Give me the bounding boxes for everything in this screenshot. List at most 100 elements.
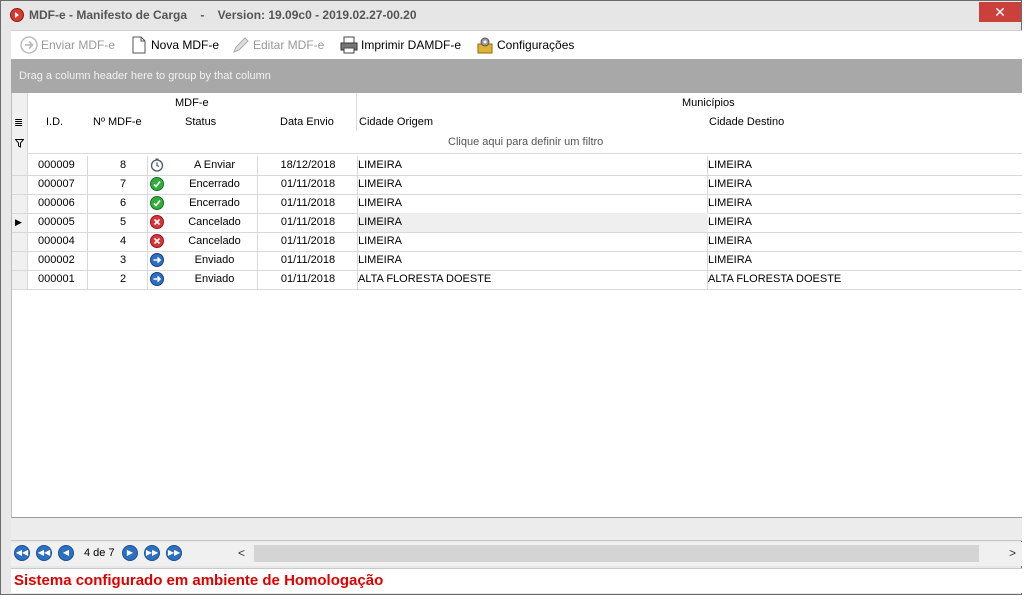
cell-divider [27, 232, 28, 251]
cell-destino[interactable]: LIMEIRA [708, 213, 1018, 232]
red-x-icon [150, 234, 164, 248]
cell-origem[interactable]: LIMEIRA [358, 251, 708, 270]
scroll-right-arrow[interactable]: > [1009, 546, 1016, 560]
cell-origem[interactable]: LIMEIRA [358, 213, 708, 232]
cell-id[interactable]: 000007 [38, 175, 98, 194]
green-check-icon [150, 177, 164, 191]
column-chooser-icon[interactable]: ≣ [14, 116, 23, 129]
selected-row-indicator-icon: ▶ [15, 217, 22, 227]
cell-status[interactable]: Enviado [172, 251, 257, 270]
app-logo-icon [10, 8, 24, 22]
send-mdfe-button[interactable]: Enviar MDF-e [19, 34, 115, 56]
cell-origem[interactable]: LIMEIRA [358, 175, 708, 194]
band-municipios-header[interactable]: Municípios [682, 97, 735, 109]
column-header-numero[interactable]: Nº MDF-e [93, 116, 142, 128]
cell-numero[interactable]: 6 [98, 194, 148, 213]
prev-record-button[interactable]: ◀ [58, 545, 74, 561]
cell-origem[interactable]: ALTA FLORESTA DOESTE [358, 270, 708, 289]
table-row[interactable]: 000002 3 Enviado 01/11/2018 LIMEIRA LIMEIRA [12, 251, 1024, 271]
cell-divider [27, 251, 28, 270]
cell-id[interactable]: 000004 [38, 232, 98, 251]
cell-status[interactable]: Cancelado [172, 232, 257, 251]
cell-data[interactable]: 01/11/2018 [258, 251, 358, 270]
cell-destino[interactable]: LIMEIRA [708, 232, 1018, 251]
cell-status[interactable]: Encerrado [172, 194, 257, 213]
close-button[interactable]: ✕ [979, 2, 1021, 22]
column-header-cidade-origem[interactable]: Cidade Origem [359, 116, 433, 128]
cell-destino[interactable]: LIMEIRA [708, 194, 1018, 213]
clock-icon [150, 158, 164, 172]
prev-page-button[interactable]: ◀◀ [36, 545, 52, 561]
cell-origem[interactable]: LIMEIRA [358, 156, 708, 175]
print-damdfe-label: Imprimir DAMDF-e [361, 38, 461, 52]
filter-icon[interactable] [15, 139, 24, 148]
cell-id[interactable]: 000001 [38, 270, 98, 289]
cell-divider [27, 194, 28, 213]
cell-numero[interactable]: 3 [98, 251, 148, 270]
next-record-button[interactable]: ▶ [122, 545, 138, 561]
cell-data[interactable]: 01/11/2018 [258, 213, 358, 232]
send-mdfe-label: Enviar MDF-e [41, 38, 116, 52]
cell-destino[interactable]: LIMEIRA [708, 175, 1018, 194]
edit-mdfe-label: Editar MDF-e [253, 38, 325, 52]
cell-numero[interactable]: 7 [98, 175, 148, 194]
cell-id[interactable]: 000002 [38, 251, 98, 270]
table-row[interactable]: 000007 7 Encerrado 01/11/2018 LIMEIRA LIMEIRA [12, 175, 1024, 195]
cell-status[interactable]: A Enviar [172, 156, 257, 175]
cell-data[interactable]: 01/11/2018 [258, 270, 358, 289]
edit-pencil-icon [233, 37, 249, 53]
cell-destino[interactable]: LIMEIRA [708, 251, 1018, 270]
new-mdfe-label: Nova MDF-e [151, 38, 220, 52]
table-row[interactable]: 000006 6 Encerrado 01/11/2018 LIMEIRA LIMEIRA [12, 194, 1024, 214]
column-header-status[interactable]: Status [185, 116, 216, 128]
cell-origem[interactable]: LIMEIRA [358, 194, 708, 213]
title-bar[interactable]: MDF-e - Manifesto de Carga - Version: 19… [1, 1, 1021, 29]
cell-status[interactable]: Encerrado [172, 175, 257, 194]
horizontal-scrollbar[interactable] [254, 545, 979, 562]
cell-numero[interactable]: 8 [98, 156, 148, 175]
group-by-panel[interactable]: Drag a column header here to group by th… [11, 59, 1023, 93]
column-header-id[interactable]: I.D. [46, 116, 63, 128]
cell-status[interactable]: Cancelado [172, 213, 257, 232]
cell-numero[interactable]: 2 [98, 270, 148, 289]
cell-data[interactable]: 18/12/2018 [258, 156, 358, 175]
first-page-button[interactable]: ◀◀ [14, 545, 30, 561]
main-window: MDF-e - Manifesto de Carga - Version: 19… [0, 0, 1024, 595]
cell-origem[interactable]: LIMEIRA [358, 232, 708, 251]
cell-status[interactable]: Enviado [172, 270, 257, 289]
table-row[interactable]: ▶ 000005 5 Cancelado 01/11/2018 LIMEIRA LIMEIR… [12, 213, 1024, 233]
desktop-edge [1022, 0, 1032, 595]
cell-id[interactable]: 000006 [38, 194, 98, 213]
cell-data[interactable]: 01/11/2018 [258, 232, 358, 251]
table-row[interactable]: 000009 8 A Enviar 18/12/2018 LIMEIRA LIMEIRA [12, 156, 1024, 176]
cell-id[interactable]: 000009 [38, 156, 98, 175]
cell-id[interactable]: 000005 [38, 213, 98, 232]
cell-data[interactable]: 01/11/2018 [258, 175, 358, 194]
group-by-hint: Drag a column header here to group by th… [19, 70, 271, 82]
edit-mdfe-button[interactable]: Editar MDF-e [231, 34, 324, 56]
blue-arrow-icon [150, 272, 164, 286]
new-document-icon [132, 36, 146, 54]
last-page-button[interactable]: ▶▶ [166, 545, 182, 561]
filter-row-hint[interactable]: Clique aqui para definir um filtro [448, 136, 603, 148]
band-mdfe-header[interactable]: MDF-e [175, 97, 209, 109]
header-separator [27, 153, 1024, 154]
print-damdfe-button[interactable]: Imprimir DAMDF-e [339, 34, 461, 56]
cell-numero[interactable]: 5 [98, 213, 148, 232]
column-header-cidade-destino[interactable]: Cidade Destino [709, 116, 784, 128]
navigator-bar: ◀◀ ◀◀ ◀ 4 de 7 ▶ ▶▶ ▶▶ < > [11, 542, 1023, 566]
new-mdfe-button[interactable]: Nova MDF-e [129, 34, 219, 56]
cell-data[interactable]: 01/11/2018 [258, 194, 358, 213]
cell-destino[interactable]: ALTA FLORESTA DOESTE [708, 270, 1018, 289]
column-header-data-envio[interactable]: Data Envio [280, 116, 334, 128]
table-row[interactable]: 000004 4 Cancelado 01/11/2018 LIMEIRA LIMEIRA [12, 232, 1024, 252]
grid-footer [11, 518, 1023, 541]
settings-button[interactable]: Configurações [475, 34, 574, 56]
cell-numero[interactable]: 4 [98, 232, 148, 251]
settings-label: Configurações [497, 38, 575, 52]
next-page-button[interactable]: ▶▶ [144, 545, 160, 561]
scroll-left-arrow[interactable]: < [238, 546, 245, 560]
cell-destino[interactable]: LIMEIRA [708, 156, 1018, 175]
settings-tools-icon [477, 37, 493, 54]
table-row[interactable]: 000001 2 Enviado 01/11/2018 ALTA FLORESTA DO… [12, 270, 1024, 290]
